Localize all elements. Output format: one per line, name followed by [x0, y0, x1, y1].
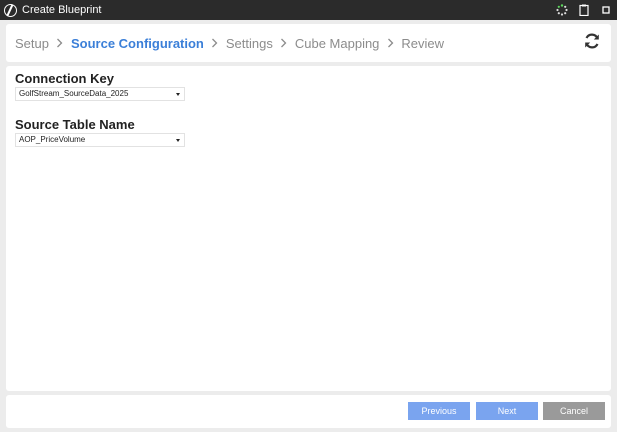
connection-key-value: GolfStream_SourceData_2025 [19, 89, 129, 98]
chevron-right-icon [276, 36, 292, 50]
wizard-steps: Setup Source Configuration Settings Cube… [15, 36, 444, 51]
source-configuration-panel: Connection Key GolfStream_SourceData_202… [6, 66, 611, 391]
maximize-icon[interactable] [599, 3, 613, 17]
step-settings[interactable]: Settings [226, 36, 273, 51]
source-table-name-value: AOP_PriceVolume [19, 135, 86, 144]
dropdown-caret-icon [176, 93, 180, 96]
connection-key-label: Connection Key [15, 71, 114, 86]
step-review[interactable]: Review [401, 36, 444, 51]
connection-key-select[interactable]: GolfStream_SourceData_2025 [15, 87, 185, 101]
step-cube-mapping[interactable]: Cube Mapping [295, 36, 380, 51]
window-title: Create Blueprint [22, 4, 102, 16]
source-table-name-select[interactable]: AOP_PriceVolume [15, 133, 185, 147]
title-bar-controls [547, 0, 613, 20]
refresh-button[interactable] [582, 33, 602, 53]
title-bar: Create Blueprint [0, 0, 617, 20]
chevron-right-icon [52, 36, 68, 50]
next-button[interactable]: Next [476, 402, 538, 420]
step-setup[interactable]: Setup [15, 36, 49, 51]
cancel-button[interactable]: Cancel [543, 402, 605, 420]
app-logo-icon [4, 3, 17, 17]
previous-button[interactable]: Previous [408, 402, 470, 420]
wizard-footer: Previous Next Cancel [6, 395, 611, 428]
step-source-configuration[interactable]: Source Configuration [71, 36, 204, 51]
clipboard-icon[interactable] [577, 3, 591, 17]
chevron-right-icon [207, 36, 223, 50]
source-table-name-label: Source Table Name [15, 117, 135, 132]
loading-spinner-icon [555, 3, 569, 17]
chevron-right-icon [382, 36, 398, 50]
wizard-header: Setup Source Configuration Settings Cube… [6, 24, 611, 62]
refresh-icon [583, 32, 601, 55]
dropdown-caret-icon [176, 139, 180, 142]
